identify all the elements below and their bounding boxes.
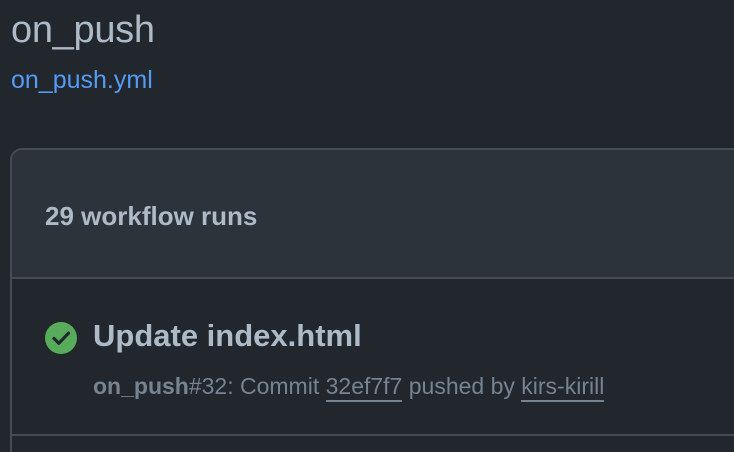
run-number: #32 [188,373,228,399]
workflow-title: on_push [11,9,155,51]
workflow-runs-list: 29 workflow runs Update index.html on_pu… [10,148,734,452]
actor-link[interactable]: kirs-kirill [521,373,605,402]
workflow-run-meta: on_push#32: Commit 32ef7f7 pushed by kir… [93,371,605,402]
check-circle-fill-icon [45,322,77,354]
workflow-runs-count: 29 workflow runs [45,201,258,231]
workflow-page: on_push on_push.yml 29 workflow runs Upd… [0,0,734,452]
workflow-runs-header: 29 workflow runs [12,150,734,279]
workflow-run-row[interactable]: Update index.html on_push#32: Commit 32e… [12,279,734,436]
pushed-by-text: pushed by [402,373,522,399]
workflow-run-title[interactable]: Update index.html [93,317,362,355]
workflow-file-link[interactable]: on_push.yml [11,64,153,96]
commit-link[interactable]: 32ef7f7 [325,373,403,402]
workflow-name: on_push [93,373,189,399]
event-text: : Commit [227,373,326,399]
